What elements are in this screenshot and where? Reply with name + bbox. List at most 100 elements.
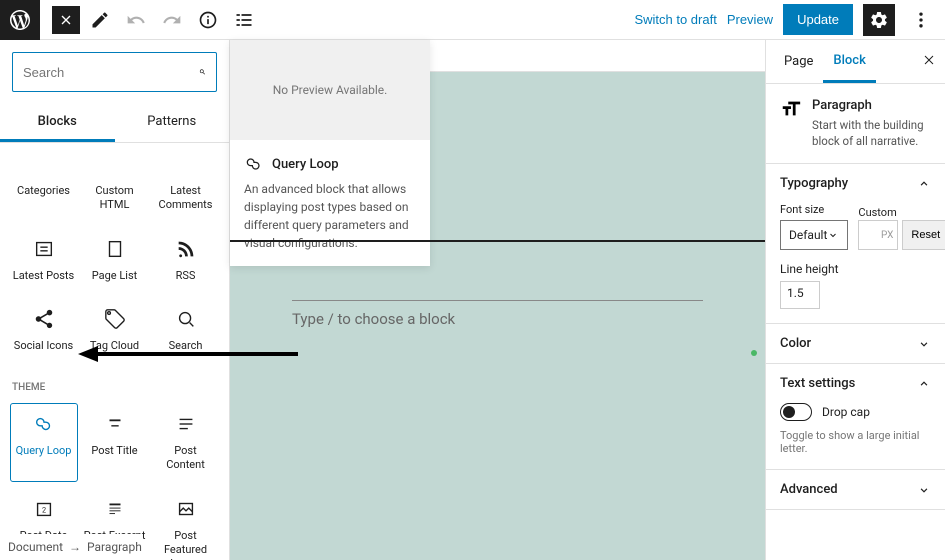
advanced-toggle[interactable]: Advanced: [766, 470, 945, 509]
block-latest-posts[interactable]: Latest Posts: [10, 228, 78, 292]
search-block-icon: [175, 308, 197, 330]
block-name: Paragraph: [812, 98, 931, 113]
sidebar-tabs: Page Block: [766, 40, 945, 84]
chevron-up-icon: [917, 177, 931, 191]
block-latest-comments[interactable]: Latest Comments: [152, 143, 220, 222]
custom-size-label: Custom: [858, 206, 896, 219]
text-settings-toggle[interactable]: Text settings: [766, 364, 945, 403]
update-button[interactable]: Update: [783, 4, 853, 35]
kebab-icon: [911, 10, 931, 30]
calendar-icon: 2: [33, 498, 55, 520]
list-view-button[interactable]: [228, 4, 260, 36]
typography-toggle[interactable]: Typography: [766, 164, 945, 203]
font-size-select[interactable]: Default: [780, 220, 848, 250]
block-page-list[interactable]: Page List: [81, 228, 149, 292]
share-icon: [33, 308, 55, 330]
gear-icon: [869, 10, 889, 30]
info-button[interactable]: [192, 4, 224, 36]
block-inserter-panel: Blocks Patterns Categories Custom HTML L…: [0, 40, 230, 560]
svg-text:2: 2: [41, 505, 45, 514]
top-toolbar: Switch to draft Preview Update: [0, 0, 945, 40]
tab-block[interactable]: Block: [823, 41, 875, 83]
search-blocks-input[interactable]: [12, 52, 217, 92]
chevron-down-icon: [917, 337, 931, 351]
font-size-label: Font size: [780, 203, 848, 216]
block-post-content[interactable]: Post Content: [152, 403, 220, 482]
undo-button[interactable]: [120, 4, 152, 36]
toolbar-right-group: Switch to draft Preview Update: [634, 4, 937, 36]
tab-blocks[interactable]: Blocks: [0, 104, 115, 142]
block-placeholder[interactable]: Type / to choose a block: [292, 310, 455, 328]
settings-button[interactable]: [863, 4, 895, 36]
search-icon: [199, 63, 206, 81]
redo-button[interactable]: [156, 4, 188, 36]
more-options-button[interactable]: [905, 4, 937, 36]
block-social-icons[interactable]: Social Icons: [10, 298, 78, 362]
close-sidebar-button[interactable]: [921, 52, 937, 72]
preview-button[interactable]: Preview: [727, 12, 773, 27]
color-panel: Color: [766, 324, 945, 364]
rss-icon: [175, 238, 197, 260]
pencil-icon: [90, 10, 110, 30]
preview-placeholder: No Preview Available.: [230, 40, 430, 140]
text-settings-panel: Text settings Drop cap Toggle to show a …: [766, 364, 945, 470]
block-preview-popover: No Preview Available. Query Loop An adva…: [230, 40, 430, 266]
line-height-input[interactable]: 1.5: [780, 281, 820, 309]
redo-icon: [162, 10, 182, 30]
block-query-loop[interactable]: Query Loop: [10, 403, 78, 482]
image-icon: [175, 498, 197, 520]
post-content-icon: [175, 413, 197, 435]
block-categories[interactable]: Categories: [10, 143, 78, 222]
paragraph-icon: [780, 98, 802, 120]
title-underline: [292, 300, 703, 301]
drop-cap-toggle[interactable]: [780, 403, 812, 421]
advanced-panel: Advanced: [766, 470, 945, 510]
settings-sidebar: Page Block Paragraph Start with the buil…: [765, 40, 945, 560]
tab-patterns[interactable]: Patterns: [115, 104, 230, 142]
drop-cap-label: Drop cap: [822, 405, 870, 419]
page-list-icon: [104, 238, 126, 260]
tag-icon: [104, 308, 126, 330]
block-rss[interactable]: RSS: [152, 228, 220, 292]
breadcrumb[interactable]: Document → Paragraph: [8, 534, 142, 560]
block-custom-html[interactable]: Custom HTML: [81, 143, 149, 222]
drop-cap-hint: Toggle to show a large initial letter.: [780, 429, 931, 455]
custom-font-size-input[interactable]: PX: [858, 220, 898, 250]
block-post-featured-image[interactable]: Post Featured Image: [152, 488, 220, 560]
theme-section-heading: THEME: [8, 368, 221, 403]
chevron-up-icon: [917, 377, 931, 391]
info-icon: [198, 10, 218, 30]
block-card: Paragraph Start with the building block …: [766, 84, 945, 164]
line-height-label: Line height: [780, 262, 839, 276]
latest-posts-icon: [33, 238, 55, 260]
block-description: Start with the building block of all nar…: [812, 117, 931, 149]
status-indicator: [751, 350, 757, 356]
tab-page[interactable]: Page: [774, 42, 823, 81]
close-icon: [921, 52, 937, 68]
close-icon: [58, 12, 74, 28]
reset-font-size-button[interactable]: Reset: [902, 220, 945, 250]
query-loop-icon: [33, 413, 55, 435]
chevron-down-icon: [827, 229, 839, 241]
preview-block-title: Query Loop: [244, 154, 416, 174]
toolbar-left-group: [8, 4, 260, 36]
wordpress-logo-button[interactable]: [0, 0, 40, 40]
typography-panel: Typography Font size Default Custom: [766, 164, 945, 324]
undo-icon: [126, 10, 146, 30]
switch-to-draft-button[interactable]: Switch to draft: [634, 12, 716, 27]
list-view-icon: [234, 10, 254, 30]
edit-mode-button[interactable]: [84, 4, 116, 36]
editor-canvas[interactable]: No Preview Available. Query Loop An adva…: [230, 40, 765, 560]
post-title-icon: [104, 413, 126, 435]
block-divider: [230, 240, 765, 242]
color-toggle[interactable]: Color: [766, 324, 945, 363]
search-input-field[interactable]: [23, 65, 199, 80]
annotation-arrow: [78, 344, 303, 364]
excerpt-icon: [104, 498, 126, 520]
block-post-title[interactable]: Post Title: [81, 403, 149, 482]
inserter-tabs: Blocks Patterns: [0, 104, 229, 143]
query-loop-preview-icon: [244, 154, 264, 174]
chevron-down-icon: [917, 483, 931, 497]
close-inserter-button[interactable]: [52, 6, 80, 34]
wordpress-icon: [8, 8, 32, 32]
